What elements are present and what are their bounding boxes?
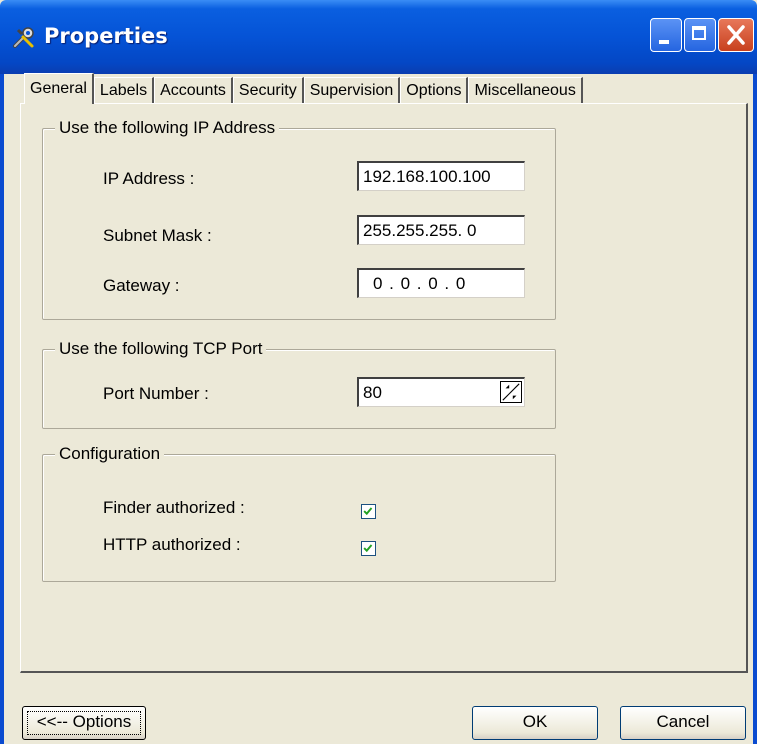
- spinner-icon[interactable]: [500, 381, 522, 403]
- close-icon: [727, 25, 745, 45]
- ip-address-field[interactable]: 192.168.100.100: [357, 161, 525, 191]
- minimize-button[interactable]: [650, 18, 682, 52]
- ok-button[interactable]: OK: [472, 706, 598, 740]
- cancel-button-label: Cancel: [656, 712, 710, 731]
- window-border-right: [753, 74, 757, 744]
- tab-strip: General Labels Accounts Security Supervi…: [24, 73, 583, 104]
- tab-supervision[interactable]: Supervision: [303, 77, 401, 104]
- port-number-field[interactable]: 80: [357, 377, 525, 407]
- tab-security[interactable]: Security: [232, 77, 304, 104]
- maximize-icon: [692, 26, 706, 40]
- tcp-port-group: Use the following TCP Port Port Number :…: [42, 339, 556, 429]
- subnet-mask-field[interactable]: 255.255.255. 0: [357, 215, 525, 245]
- gateway-field[interactable]: 0 . 0 . 0 . 0: [357, 268, 525, 298]
- subnet-mask-label: Subnet Mask :: [103, 226, 212, 245]
- checkmark-icon: [363, 507, 373, 516]
- minimize-icon: [659, 40, 669, 44]
- cancel-button[interactable]: Cancel: [620, 706, 746, 740]
- ip-address-label: IP Address :: [103, 169, 195, 188]
- http-authorized-checkbox[interactable]: [361, 541, 376, 556]
- finder-authorized-label: Finder authorized :: [103, 498, 245, 517]
- tcp-group-title: Use the following TCP Port: [55, 339, 267, 359]
- window-title: Properties: [44, 24, 168, 48]
- tab-accounts[interactable]: Accounts: [154, 77, 233, 104]
- finder-authorized-checkbox[interactable]: [361, 504, 376, 519]
- focus-rectangle: [27, 711, 141, 735]
- window-border-left: [0, 74, 4, 744]
- tab-general[interactable]: General: [24, 73, 94, 104]
- properties-tools-icon: [13, 27, 34, 48]
- ip-group-title: Use the following IP Address: [55, 118, 280, 138]
- configuration-group: Configuration Finder authorized : HTTP a…: [42, 444, 556, 582]
- ip-address-group: Use the following IP Address IP Address …: [42, 118, 556, 320]
- options-toggle-button[interactable]: <<-- Options: [22, 706, 146, 740]
- checkmark-icon: [363, 544, 373, 553]
- title-bar[interactable]: Properties: [0, 0, 757, 74]
- port-number-label: Port Number :: [103, 384, 209, 403]
- close-button[interactable]: [718, 18, 754, 52]
- port-number-value: 80: [363, 383, 382, 402]
- tab-options[interactable]: Options: [400, 77, 469, 104]
- http-authorized-label: HTTP authorized :: [103, 535, 241, 554]
- configuration-group-title: Configuration: [55, 444, 165, 464]
- maximize-button[interactable]: [684, 18, 716, 52]
- gateway-label: Gateway :: [103, 276, 180, 295]
- ok-button-label: OK: [522, 712, 548, 731]
- tab-labels[interactable]: Labels: [93, 77, 155, 104]
- tab-miscellaneous[interactable]: Miscellaneous: [468, 77, 583, 104]
